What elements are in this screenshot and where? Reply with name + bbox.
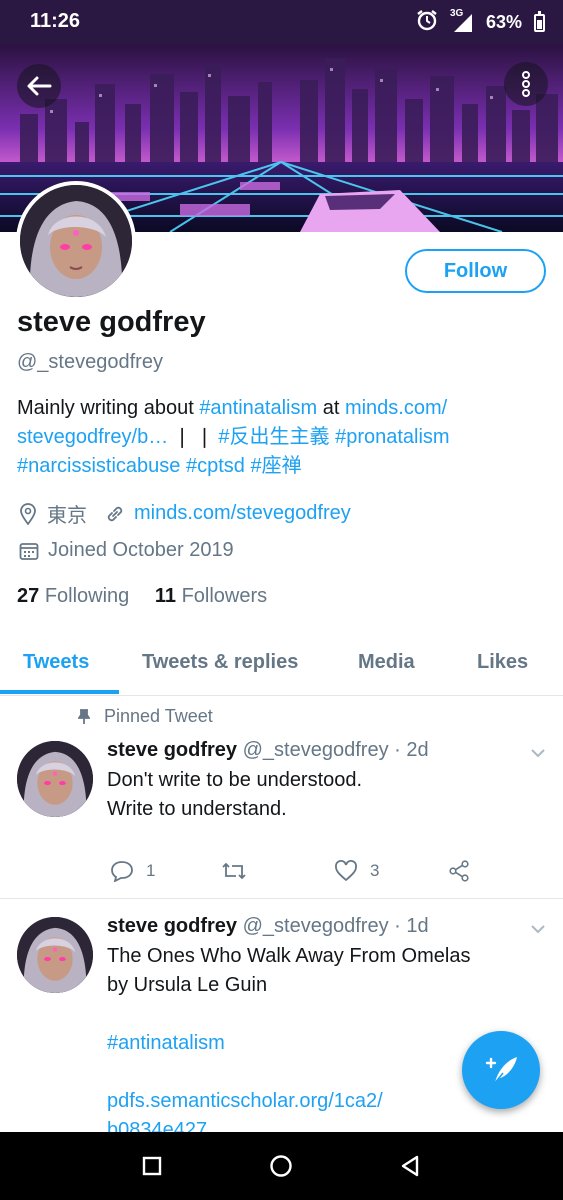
tweet-author-name: steve godfrey	[107, 739, 238, 761]
location-pin-icon	[20, 502, 36, 525]
profile-website-link[interactable]: minds.com/stevegodfrey	[134, 502, 351, 525]
alarm-icon	[416, 9, 438, 36]
home-button[interactable]	[269, 1154, 293, 1178]
tweet-text-line: by Ursula Le Guin	[107, 974, 268, 996]
bio-separator: ❘ ❘	[168, 426, 219, 448]
reply-count: 1	[146, 861, 156, 880]
share-button[interactable]	[448, 860, 470, 882]
tweet-text-line: The Ones Who Walk Away From Omelas	[107, 945, 471, 967]
avatar-image	[20, 185, 132, 297]
tweet-author-handle: @_stevegodfrey	[242, 739, 389, 761]
tweet-text: Don't write to be understood. Write to u…	[107, 766, 527, 824]
reply-button[interactable]: 1	[110, 860, 155, 882]
pin-icon	[78, 708, 90, 724]
follow-counts: 27 Following 11 Followers	[17, 585, 267, 608]
tweet-author-handle: @_stevegodfrey	[242, 915, 389, 937]
android-nav-bar	[0, 1132, 563, 1200]
tweet-header: steve godfrey @_stevegodfrey · 1d	[107, 915, 429, 938]
network-label: 3G	[449, 7, 464, 19]
status-time: 11:26	[30, 10, 81, 32]
bio-url-link[interactable]: minds.com/	[345, 397, 447, 419]
tweet-header: steve godfrey @_stevegodfrey · 2d	[107, 739, 429, 762]
tweet-text-line: Don't write to be understood.	[107, 769, 363, 791]
nav-back-button[interactable]	[400, 1155, 420, 1177]
tweet-avatar[interactable]	[17, 917, 93, 993]
tweet-time: · 1d	[394, 915, 429, 937]
compose-feather-icon	[485, 1057, 517, 1084]
recents-button[interactable]	[142, 1156, 162, 1176]
tweet-author-name: steve godfrey	[107, 915, 238, 937]
more-options-button[interactable]	[504, 62, 548, 106]
heart-icon	[335, 860, 357, 882]
bio-url-link[interactable]: stevegodfrey/b…	[17, 426, 168, 448]
profile-tabs: Tweets Tweets & replies Media Likes	[0, 640, 563, 696]
following-label: Following	[44, 585, 130, 607]
link-icon	[107, 506, 123, 521]
hashtag-link[interactable]: #antinatalism	[199, 397, 317, 419]
avatar-image	[17, 917, 93, 993]
retweet-icon	[222, 862, 246, 880]
pinned-label: Pinned Tweet	[104, 706, 213, 726]
hashtag-link[interactable]: #narcissisticabuse	[17, 455, 180, 477]
compose-tweet-button[interactable]	[462, 1031, 540, 1109]
status-bar: 11:26 3G 63%	[0, 0, 563, 44]
tab-likes[interactable]: Likes	[477, 651, 528, 674]
profile-handle: @_stevegodfrey	[17, 351, 163, 373]
avatar-image	[17, 741, 93, 817]
following-link[interactable]: 27 Following	[17, 585, 129, 607]
signal-icon: 3G	[450, 8, 474, 34]
tweet-time: · 2d	[394, 739, 429, 761]
bio-text: at	[317, 397, 345, 419]
following-count: 27	[17, 585, 40, 607]
tab-media[interactable]: Media	[358, 651, 415, 674]
calendar-icon	[19, 542, 39, 560]
followers-count: 11	[154, 585, 177, 607]
share-icon	[449, 860, 469, 882]
tweet-text-line: Write to understand.	[107, 798, 287, 820]
profile-joined-date: Joined October 2019	[48, 539, 234, 561]
followers-link[interactable]: 11 Followers	[155, 585, 267, 607]
chevron-down-icon[interactable]	[530, 924, 546, 934]
more-vertical-icon	[522, 71, 530, 97]
tab-tweets[interactable]: Tweets	[23, 651, 89, 674]
followers-label: Followers	[181, 585, 268, 607]
follow-button[interactable]: Follow	[405, 249, 546, 293]
back-button[interactable]	[17, 64, 61, 108]
battery-percent: 63%	[485, 12, 522, 32]
like-count: 3	[370, 861, 380, 880]
profile-avatar[interactable]	[16, 181, 136, 301]
hashtag-link[interactable]: #cptsd	[186, 455, 245, 477]
profile-name: steve godfrey	[17, 306, 206, 338]
location-website-row: 東京 minds.com/stevegodfrey	[19, 499, 351, 528]
chevron-down-icon[interactable]	[530, 748, 546, 758]
profile-location: 東京	[47, 505, 87, 527]
hashtag-link[interactable]: #反出生主義	[218, 426, 329, 448]
tab-tweets-and-replies[interactable]: Tweets & replies	[142, 651, 298, 674]
retweet-button[interactable]	[221, 860, 247, 882]
active-tab-indicator	[0, 690, 119, 694]
bio-text: Mainly writing about	[17, 397, 200, 419]
joined-row: Joined October 2019	[19, 539, 234, 562]
like-button[interactable]: 3	[334, 860, 379, 882]
reply-icon	[111, 861, 133, 882]
pinned-tweet-label: Pinned Tweet	[78, 706, 213, 727]
battery-icon	[534, 10, 545, 32]
hashtag-link[interactable]: #pronatalism	[335, 426, 450, 448]
tweet-avatar[interactable]	[17, 741, 93, 817]
hashtag-link[interactable]: #座禅	[250, 455, 301, 477]
profile-bio: Mainly writing about #antinatalism at mi…	[17, 394, 547, 481]
back-arrow-icon	[27, 76, 52, 96]
tweet-divider	[0, 898, 563, 899]
status-icons: 3G 63%	[416, 8, 545, 36]
